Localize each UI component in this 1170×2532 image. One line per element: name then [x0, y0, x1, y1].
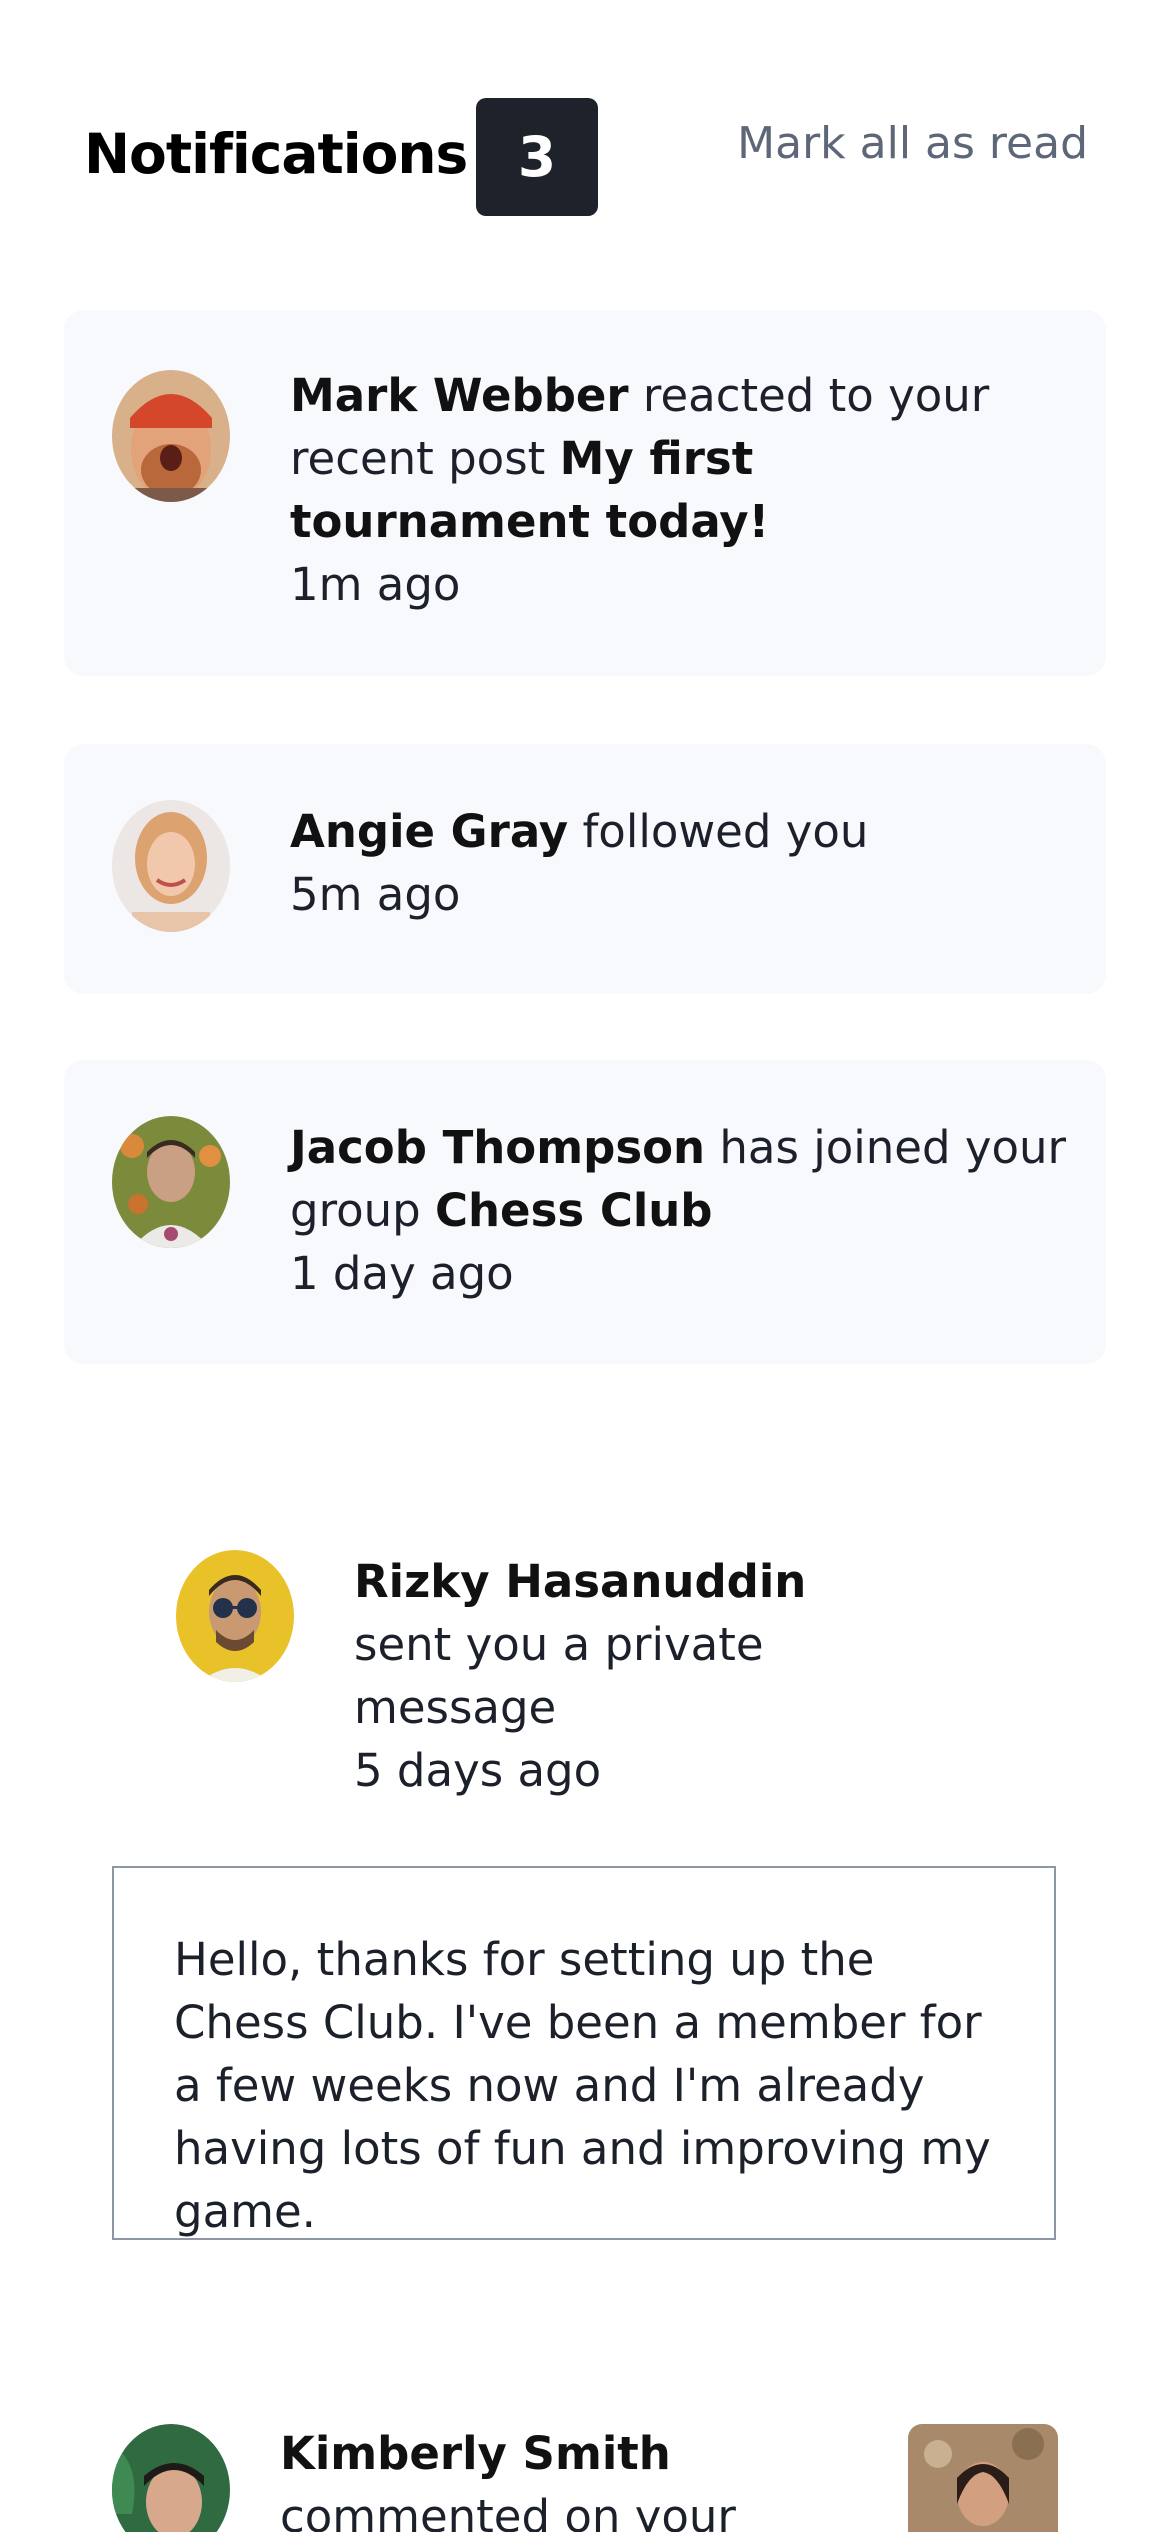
chess-picture-thumbnail-icon[interactable]: [908, 2424, 1058, 2532]
private-message-preview[interactable]: Hello, thanks for setting up the Chess C…: [112, 1866, 1056, 2240]
avatar-kimberly-smith-icon[interactable]: [112, 2424, 230, 2532]
notification-text: Mark Webber reacted to your recent post …: [290, 364, 1050, 553]
notification-action: sent you a private message: [354, 1618, 764, 1734]
notification-target-group[interactable]: Chess Club: [435, 1184, 713, 1237]
notifications-page: Notifications 3 Mark all as read Mark We…: [0, 0, 1170, 2532]
unread-count-badge: 3: [476, 98, 598, 216]
notification-time: 5m ago: [290, 868, 461, 921]
notification-text: Angie Gray followed you: [290, 800, 1050, 863]
notification-item[interactable]: Rizky Hasanuddin sent you a private mess…: [64, 1520, 1106, 1820]
notification-time: 5 days ago: [354, 1744, 602, 1797]
notification-user-name[interactable]: Mark Webber: [290, 369, 629, 422]
notification-time: 1 day ago: [290, 1247, 514, 1300]
avatar-rizky-hasanuddin-icon[interactable]: [176, 1550, 294, 1682]
avatar-jacob-thompson-icon[interactable]: [112, 1116, 230, 1248]
header: Notifications 3 Mark all as read: [84, 98, 1088, 216]
notification-time: 1m ago: [290, 558, 461, 611]
notification-user-name[interactable]: Kimberly Smith: [280, 2427, 671, 2480]
avatar-mark-webber-icon[interactable]: [112, 370, 230, 502]
notification-user-name[interactable]: Rizky Hasanuddin: [354, 1555, 806, 1608]
notification-item[interactable]: Jacob Thompson has joined your group Che…: [64, 1060, 1106, 1364]
notification-item[interactable]: Angie Gray followed you 5m ago: [64, 744, 1106, 994]
mark-all-as-read-button[interactable]: Mark all as read: [737, 118, 1088, 169]
notification-text: Jacob Thompson has joined your group Che…: [290, 1116, 1090, 1242]
notification-item[interactable]: Mark Webber reacted to your recent post …: [64, 310, 1106, 676]
page-title: Notifications: [84, 122, 468, 186]
notification-text: Rizky Hasanuddin sent you a private mess…: [354, 1550, 914, 1739]
notification-text: Kimberly Smith commented on your: [280, 2422, 880, 2532]
notification-action: followed you: [568, 805, 869, 858]
notification-action: commented on your: [280, 2490, 736, 2532]
notification-user-name[interactable]: Angie Gray: [290, 805, 568, 858]
notification-user-name[interactable]: Jacob Thompson: [290, 1121, 705, 1174]
avatar-angie-gray-icon[interactable]: [112, 800, 230, 932]
